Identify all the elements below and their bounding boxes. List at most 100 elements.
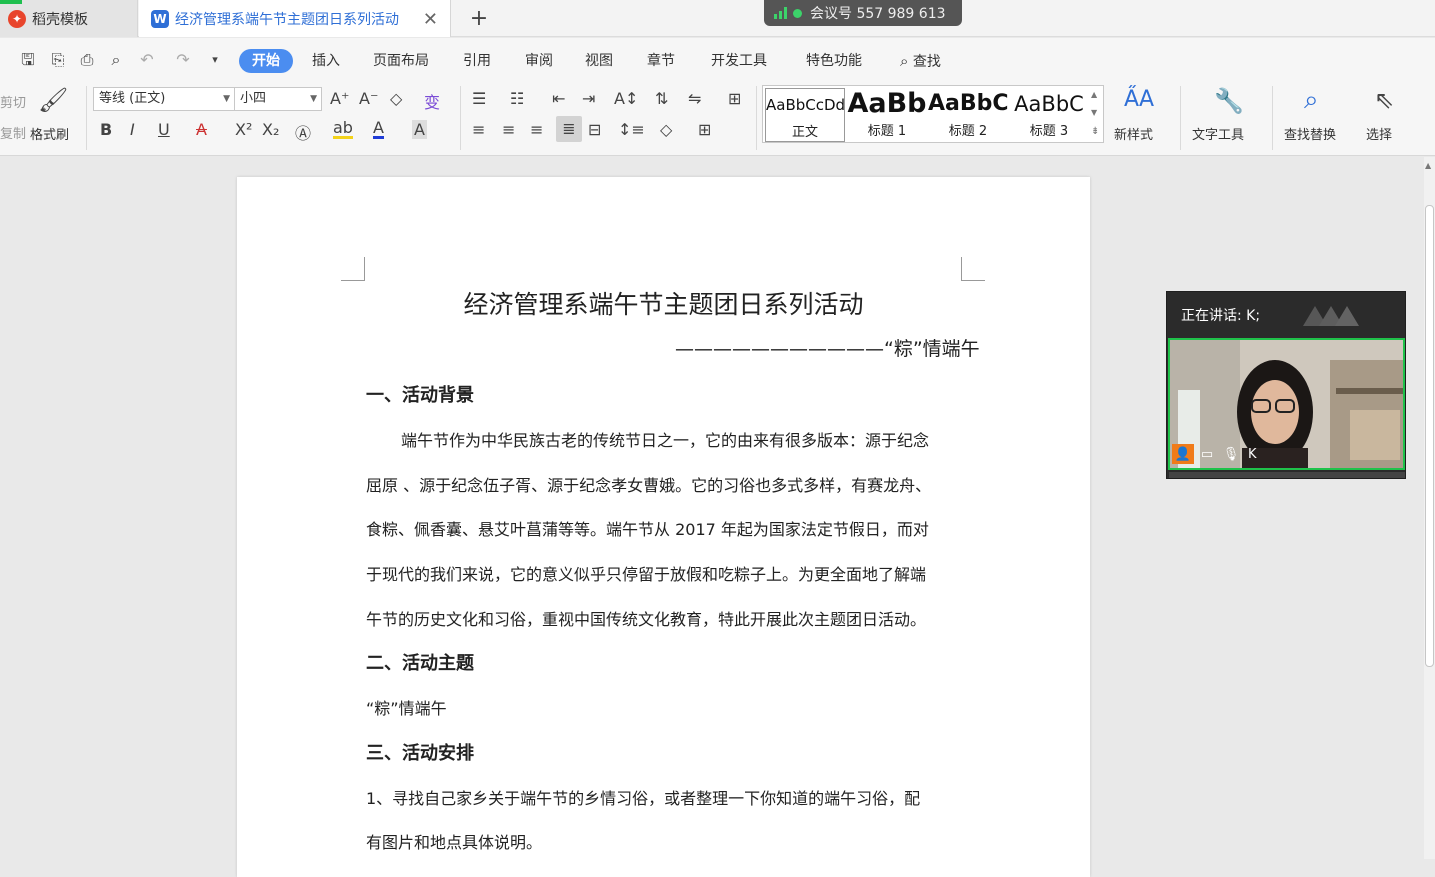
- strikethrough-icon[interactable]: A: [196, 120, 207, 139]
- clear-format-icon[interactable]: ◇: [390, 89, 402, 108]
- doc-heading: 三、活动安排: [366, 743, 474, 764]
- undo-icon[interactable]: ↶: [137, 50, 157, 70]
- bullet-list-icon[interactable]: ☰: [472, 89, 486, 108]
- phonetic-guide-icon[interactable]: 变: [424, 89, 440, 113]
- menu-chapter[interactable]: 章节: [647, 49, 675, 73]
- tab-document[interactable]: W 经济管理系端午节主题团日系列活动 ✕: [139, 0, 451, 37]
- align-center-icon[interactable]: ≡: [502, 120, 515, 139]
- decrease-indent-icon[interactable]: ⇤: [552, 89, 565, 108]
- decrease-font-size-icon[interactable]: A⁻: [359, 89, 378, 108]
- highlight-icon[interactable]: ab: [333, 120, 353, 139]
- print-preview-icon[interactable]: ⌕: [106, 50, 126, 70]
- format-painter-icon[interactable]: 🖌: [38, 86, 68, 114]
- increase-indent-icon[interactable]: ⇥: [582, 89, 595, 108]
- table-layout-icon[interactable]: ⊞: [728, 89, 741, 108]
- format-painter-button[interactable]: 格式刷: [30, 124, 69, 143]
- style-heading-2[interactable]: AaBbC 标题 2: [928, 88, 1008, 142]
- menu-view[interactable]: 视图: [585, 49, 613, 73]
- export-pdf-icon[interactable]: ⎘: [48, 50, 68, 70]
- italic-icon[interactable]: I: [130, 120, 135, 139]
- text-tools-button[interactable]: 文字工具: [1192, 124, 1244, 143]
- style-heading-3[interactable]: AaBbC 标题 3: [1009, 88, 1089, 142]
- text-effect-icon[interactable]: Ⓐ: [295, 120, 311, 144]
- style-sample: AaBb: [847, 88, 927, 119]
- tab-template-store[interactable]: ✦ 稻壳模板: [0, 0, 138, 37]
- doc-heading: 二、活动主题: [366, 653, 474, 674]
- ribbon-divider: [86, 86, 87, 150]
- borders-icon[interactable]: ⊞: [698, 120, 711, 139]
- justify-icon[interactable]: ≣: [556, 116, 582, 142]
- ribbon-toolbar: 剪切 复制 🖌 格式刷 等线 (正文) ▼ 小四 ▼ A⁺ A⁻ ◇ 变 B I…: [0, 82, 1435, 156]
- tab-accent-bar: [0, 0, 22, 4]
- distributed-align-icon[interactable]: ⊟: [588, 120, 601, 139]
- style-sample: AaBbC: [928, 91, 1008, 116]
- align-left-icon[interactable]: ≡: [472, 120, 485, 139]
- gallery-expand-icon[interactable]: ⇟: [1091, 126, 1099, 137]
- margin-marker-top-right: [961, 257, 985, 281]
- copy-button[interactable]: 复制: [0, 123, 26, 142]
- menu-insert[interactable]: 插入: [312, 49, 340, 73]
- sort-icon[interactable]: ⇅: [655, 89, 668, 108]
- menu-developer-tools[interactable]: 开发工具: [711, 49, 767, 73]
- add-tab-button[interactable]: +: [466, 0, 492, 37]
- font-size-select[interactable]: 小四 ▼: [234, 87, 322, 111]
- participant-video[interactable]: 👤 ▭ 🎙 K: [1168, 338, 1405, 470]
- shading-icon[interactable]: ◇: [660, 120, 672, 139]
- document-page[interactable]: 经济管理系端午节主题团日系列活动 ———————————“粽”情端午 一、活动背…: [237, 177, 1090, 877]
- print-icon[interactable]: ⎙: [77, 50, 97, 70]
- menu-find[interactable]: ⌕ 查找: [900, 49, 941, 73]
- increase-font-size-icon[interactable]: A⁺: [330, 89, 349, 108]
- style-label: 标题 2: [948, 124, 988, 139]
- styles-gallery: AaBbCcDd 正文 AaBb 标题 1 AaBbC 标题 2 AaBbC 标…: [762, 85, 1104, 143]
- vertical-scrollbar[interactable]: ▲: [1424, 157, 1435, 859]
- font-name-select[interactable]: 等线 (正文) ▼: [93, 87, 235, 111]
- scrollbar-thumb[interactable]: [1425, 205, 1434, 667]
- menu-references[interactable]: 引用: [463, 49, 491, 73]
- ribbon-divider: [756, 86, 757, 150]
- select-button[interactable]: 选择: [1366, 124, 1392, 143]
- menu-special-features[interactable]: 特色功能: [806, 49, 862, 73]
- text-direction-icon[interactable]: A↕: [614, 89, 638, 108]
- style-normal[interactable]: AaBbCcDd 正文: [765, 88, 845, 142]
- superscript-icon[interactable]: X²: [235, 120, 252, 139]
- participant-name: K: [1248, 447, 1257, 462]
- show-marks-icon[interactable]: ⇋: [688, 89, 701, 108]
- doc-paragraph-line: 屈原 、源于纪念伍子胥、源于纪念孝女曹娥。它的习俗也多式多样，有赛龙舟、: [366, 476, 932, 495]
- new-style-icon[interactable]: A̋A: [1124, 87, 1154, 112]
- menu-find-label: 查找: [912, 54, 941, 70]
- meeting-logo-icon: [1303, 300, 1359, 328]
- align-right-icon[interactable]: ≡: [530, 120, 543, 139]
- character-shading-icon[interactable]: A: [412, 120, 427, 139]
- menu-review[interactable]: 审阅: [525, 49, 553, 73]
- redo-icon[interactable]: ↷: [173, 50, 193, 70]
- save-icon[interactable]: 🖫: [18, 50, 38, 70]
- new-style-button[interactable]: 新样式: [1114, 124, 1153, 143]
- signal-strength-icon: [774, 7, 787, 19]
- scroll-up-icon[interactable]: ▲: [1425, 161, 1431, 170]
- bold-icon[interactable]: B: [100, 120, 112, 139]
- customize-quickbar-icon[interactable]: ▾: [205, 50, 225, 70]
- find-replace-icon[interactable]: ⌕: [1304, 85, 1319, 116]
- subscript-icon[interactable]: X₂: [262, 120, 279, 139]
- find-replace-button[interactable]: 查找替换: [1284, 124, 1336, 143]
- numbered-list-icon[interactable]: ☷: [510, 89, 524, 108]
- underline-icon[interactable]: U: [158, 120, 170, 139]
- participant-avatar-icon: 👤: [1172, 444, 1194, 464]
- gallery-scroll-up-icon[interactable]: ▲: [1091, 90, 1097, 99]
- menu-page-layout[interactable]: 页面布局: [373, 49, 429, 73]
- font-size-value: 小四: [240, 91, 267, 106]
- font-color-icon[interactable]: A: [373, 120, 384, 139]
- gallery-scroll-down-icon[interactable]: ▼: [1091, 108, 1097, 117]
- cut-button[interactable]: 剪切: [0, 92, 26, 111]
- menu-home[interactable]: 开始: [239, 49, 293, 73]
- close-tab-icon[interactable]: ✕: [423, 9, 438, 30]
- line-spacing-icon[interactable]: ↕≡: [618, 120, 645, 139]
- meeting-video-panel[interactable]: 正在讲话: K; 👤 ▭ 🎙 K: [1166, 291, 1406, 479]
- select-cursor-icon[interactable]: ⇖: [1374, 86, 1394, 114]
- document-canvas[interactable]: 经济管理系端午节主题团日系列活动 ———————————“粽”情端午 一、活动背…: [0, 157, 1424, 877]
- meeting-status-bar[interactable]: 会议号 557 989 613: [764, 0, 962, 26]
- style-heading-1[interactable]: AaBb 标题 1: [847, 88, 927, 142]
- doc-heading: 一、活动背景: [366, 385, 474, 406]
- style-sample: AaBbCcDd: [766, 96, 844, 114]
- wrench-icon[interactable]: 🔧: [1214, 87, 1244, 115]
